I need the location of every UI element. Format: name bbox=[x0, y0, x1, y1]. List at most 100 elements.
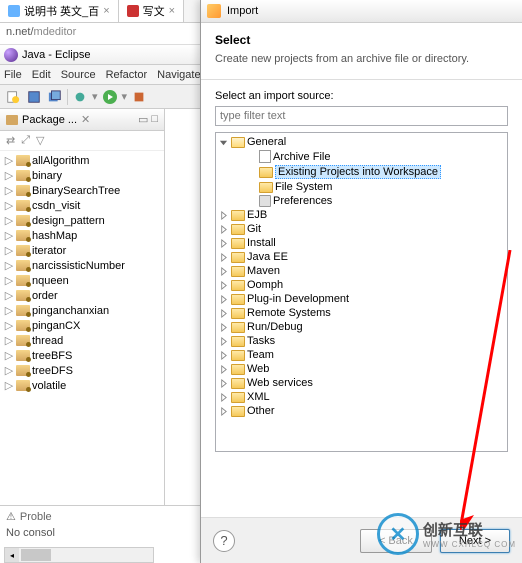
expand-icon[interactable] bbox=[218, 224, 229, 235]
expand-icon[interactable] bbox=[218, 378, 229, 389]
run-button[interactable] bbox=[101, 88, 119, 106]
expand-icon[interactable] bbox=[218, 238, 229, 249]
expand-icon[interactable] bbox=[218, 210, 229, 221]
tree-item[interactable]: Preferences bbox=[218, 194, 505, 208]
tree-item-general[interactable]: General bbox=[218, 135, 505, 149]
expand-icon[interactable]: ▷ bbox=[4, 229, 14, 242]
debug-button[interactable] bbox=[71, 88, 89, 106]
package-item[interactable]: ▷narcissisticNumber bbox=[0, 258, 164, 273]
expand-icon[interactable]: ▷ bbox=[4, 289, 14, 302]
tree-item[interactable]: Web bbox=[218, 362, 505, 376]
source-folder-icon bbox=[16, 215, 30, 226]
new-button[interactable] bbox=[4, 88, 22, 106]
tree-item[interactable]: Oomph bbox=[218, 278, 505, 292]
minimize-icon[interactable]: ▭ bbox=[138, 113, 148, 126]
expand-icon[interactable]: ▷ bbox=[4, 259, 14, 272]
tree-item[interactable]: Plug-in Development bbox=[218, 292, 505, 306]
package-label: hashMap bbox=[32, 230, 77, 242]
expand-icon[interactable] bbox=[218, 308, 229, 319]
filter-input[interactable] bbox=[215, 106, 508, 126]
external-tools-button[interactable] bbox=[130, 88, 148, 106]
tree-item[interactable]: Maven bbox=[218, 264, 505, 278]
expand-icon[interactable]: ▷ bbox=[4, 319, 14, 332]
close-icon[interactable]: × bbox=[169, 5, 175, 17]
expand-icon[interactable] bbox=[218, 364, 229, 375]
expand-icon[interactable]: ▷ bbox=[4, 349, 14, 362]
menu-edit[interactable]: Edit bbox=[32, 69, 51, 81]
tree-item[interactable]: Archive File bbox=[218, 149, 505, 164]
collapse-icon[interactable]: ⇄ bbox=[6, 134, 15, 147]
tree-item[interactable]: EJB bbox=[218, 208, 505, 222]
expand-icon[interactable] bbox=[218, 266, 229, 277]
expand-icon[interactable] bbox=[218, 350, 229, 361]
expand-icon[interactable]: ▷ bbox=[4, 274, 14, 287]
package-item[interactable]: ▷iterator bbox=[0, 243, 164, 258]
package-item[interactable]: ▷BinarySearchTree bbox=[0, 183, 164, 198]
expand-icon[interactable]: ▷ bbox=[4, 184, 14, 197]
expand-icon[interactable] bbox=[218, 322, 229, 333]
tree-item[interactable]: XML bbox=[218, 390, 505, 404]
package-item[interactable]: ▷pinganCX bbox=[0, 318, 164, 333]
scroll-left-icon[interactable]: ◂ bbox=[5, 548, 19, 562]
tree-item[interactable]: Tasks bbox=[218, 334, 505, 348]
link-icon[interactable]: ⤢ bbox=[21, 134, 30, 147]
scroll-thumb[interactable] bbox=[21, 549, 51, 561]
tree-item[interactable]: Existing Projects into Workspace bbox=[218, 164, 505, 180]
expand-icon[interactable] bbox=[218, 406, 229, 417]
menu-refactor[interactable]: Refactor bbox=[106, 69, 148, 81]
help-button[interactable]: ? bbox=[213, 530, 235, 552]
package-item[interactable]: ▷nqueen bbox=[0, 273, 164, 288]
package-item[interactable]: ▷csdn_visit bbox=[0, 198, 164, 213]
expand-icon[interactable] bbox=[218, 280, 229, 291]
save-all-button[interactable] bbox=[46, 88, 64, 106]
expand-icon[interactable]: ▷ bbox=[4, 379, 14, 392]
expand-icon[interactable]: ▷ bbox=[4, 244, 14, 257]
package-item[interactable]: ▷allAlgorithm bbox=[0, 153, 164, 168]
tree-item[interactable]: Install bbox=[218, 236, 505, 250]
package-item[interactable]: ▷pinganchanxian bbox=[0, 303, 164, 318]
package-item[interactable]: ▷treeBFS bbox=[0, 348, 164, 363]
tree-item[interactable]: Java EE bbox=[218, 250, 505, 264]
maximize-icon[interactable]: □ bbox=[151, 113, 158, 126]
package-item[interactable]: ▷binary bbox=[0, 168, 164, 183]
close-icon[interactable]: × bbox=[103, 5, 109, 17]
problems-tab[interactable]: ⚠ Proble bbox=[0, 508, 200, 525]
expand-icon[interactable]: ▷ bbox=[4, 154, 14, 167]
package-tree[interactable]: ▷allAlgorithm▷binary▷BinarySearchTree▷cs… bbox=[0, 151, 164, 563]
tree-item[interactable]: Remote Systems bbox=[218, 306, 505, 320]
tree-item[interactable]: Web services bbox=[218, 376, 505, 390]
menu-source[interactable]: Source bbox=[61, 69, 96, 81]
expand-icon[interactable]: ▷ bbox=[4, 199, 14, 212]
expand-icon[interactable] bbox=[218, 336, 229, 347]
close-icon[interactable]: ✕ bbox=[81, 113, 90, 126]
browser-tab-1[interactable]: 说明书 英文_百 × bbox=[0, 0, 119, 22]
collapse-icon[interactable] bbox=[218, 137, 229, 148]
menu-icon[interactable]: ▽ bbox=[36, 134, 44, 147]
expand-icon[interactable]: ▷ bbox=[4, 214, 14, 227]
tree-item[interactable]: Other bbox=[218, 404, 505, 418]
browser-tab-2[interactable]: 写文 × bbox=[119, 0, 184, 22]
expand-icon[interactable] bbox=[218, 252, 229, 263]
expand-icon[interactable] bbox=[218, 294, 229, 305]
tree-item[interactable]: Git bbox=[218, 222, 505, 236]
horizontal-scrollbar[interactable]: ◂ bbox=[4, 547, 154, 563]
menu-navigate[interactable]: Navigate bbox=[157, 69, 200, 81]
save-button[interactable] bbox=[25, 88, 43, 106]
tree-item[interactable]: File System bbox=[218, 180, 505, 194]
expand-icon[interactable]: ▷ bbox=[4, 169, 14, 182]
watermark-icon: ✕ bbox=[377, 513, 419, 555]
tree-item[interactable]: Team bbox=[218, 348, 505, 362]
tree-item[interactable]: Run/Debug bbox=[218, 320, 505, 334]
expand-icon[interactable]: ▷ bbox=[4, 364, 14, 377]
package-item[interactable]: ▷thread bbox=[0, 333, 164, 348]
package-item[interactable]: ▷treeDFS bbox=[0, 363, 164, 378]
menu-file[interactable]: File bbox=[4, 69, 22, 81]
package-item[interactable]: ▷order bbox=[0, 288, 164, 303]
import-tree[interactable]: GeneralArchive FileExisting Projects int… bbox=[215, 132, 508, 452]
expand-icon[interactable]: ▷ bbox=[4, 304, 14, 317]
expand-icon[interactable] bbox=[218, 392, 229, 403]
package-item[interactable]: ▷volatile bbox=[0, 378, 164, 393]
package-item[interactable]: ▷ hashMap bbox=[0, 228, 164, 243]
package-item[interactable]: ▷design_pattern bbox=[0, 213, 164, 228]
expand-icon[interactable]: ▷ bbox=[4, 334, 14, 347]
